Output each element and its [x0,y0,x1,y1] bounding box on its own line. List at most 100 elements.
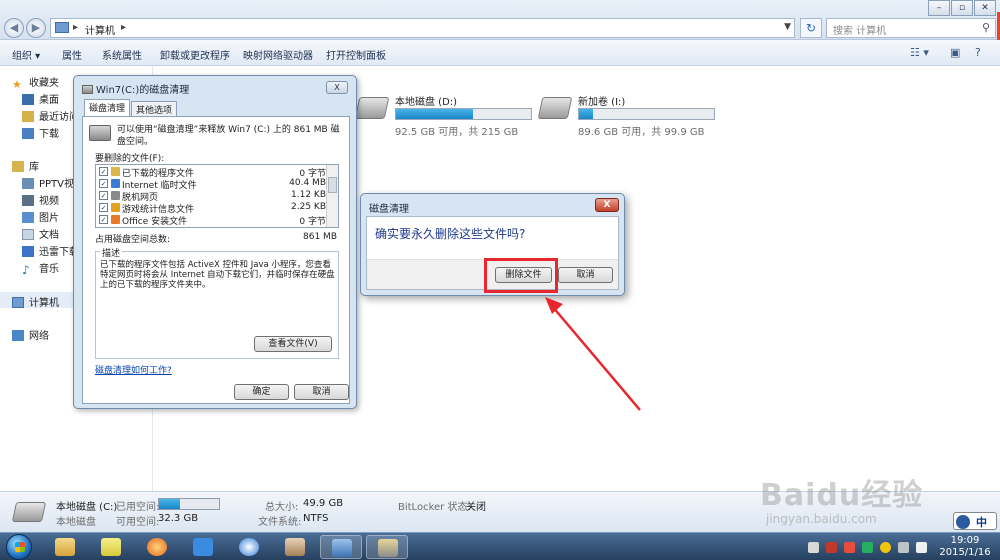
ok-button[interactable]: 确定 [234,384,289,400]
cancel-button[interactable]: 取消 [294,384,349,400]
sidebar-item-recent[interactable]: 最近访问 [22,108,79,123]
list-item[interactable]: ✓ 已下载的程序文件 0 字节 [96,166,326,179]
dialog-title: Win7(C:)的磁盘清理 [82,81,189,96]
refresh-button[interactable]: ↻ [800,18,822,38]
drive-usage-bar [578,108,715,120]
sidebar-item-label: 音乐 [39,264,59,275]
drive-usage-bar [395,108,532,120]
drive-d[interactable]: 本地磁盘 (D:) 92.5 GB 可用，共 215 GB [354,93,537,138]
hard-drive-icon [354,97,390,119]
checkbox[interactable]: ✓ [99,167,108,176]
view-options-icon[interactable]: ☷ ▾ [910,46,929,59]
file-type-icon [111,203,120,212]
browser-icon [147,538,167,556]
file-type-icon [111,191,120,200]
details-drive-type: 本地磁盘 [56,517,96,528]
back-button[interactable]: ◀ [4,18,24,38]
sidebar-libraries[interactable]: 库 [12,158,39,173]
sidebar-favorites[interactable]: ★ 收藏夹 [12,74,59,91]
system-properties-button[interactable]: 系统属性 [102,47,142,62]
list-item[interactable]: ✓ 游戏统计信息文件 2.25 KB [96,202,326,215]
scrollbar[interactable] [326,165,338,227]
tray-guard-icon[interactable] [862,542,873,553]
tray-app-icon[interactable] [826,542,837,553]
forward-button[interactable]: ▶ [26,18,46,38]
taskbar-app-baidu[interactable] [182,535,224,559]
baidu-icon [193,538,213,556]
tab-more-options[interactable]: 其他选项 [131,101,178,116]
sidebar-item-downloads[interactable]: 下载 [22,125,59,140]
checkbox[interactable]: ✓ [99,203,108,212]
drive-i[interactable]: 新加卷 (I:) 89.6 GB 可用，共 99.9 GB [537,93,720,138]
search-placeholder: 搜索 计算机 [833,26,887,37]
qq-icon[interactable] [880,542,891,553]
clock[interactable]: 19:09 2015/1/16 [935,535,995,559]
help-icon[interactable]: ? [975,46,981,59]
cancel-button[interactable]: 取消 [558,267,613,283]
address-bar[interactable]: ▸ 计算机 ▸ ▼ [50,18,795,38]
close-button[interactable]: X [326,81,348,94]
control-panel-button[interactable]: 打开控制面板 [326,47,386,62]
baidu-watermark-url: jingyan.baidu.com [766,512,877,526]
minimize-button[interactable]: – [928,0,950,16]
checkbox[interactable]: ✓ [99,179,108,188]
details-usage-bar [158,498,220,510]
sidebar-item-thunder[interactable]: 迅雷下载 [22,243,79,258]
computer-icon [55,22,69,33]
organize-button[interactable]: 组织 ▾ [12,47,40,62]
checkbox[interactable]: ✓ [99,191,108,200]
scrollbar-thumb[interactable] [328,177,337,193]
computer-icon [12,297,24,308]
list-item[interactable]: ✓ Internet 临时文件 40.4 MB [96,178,326,191]
network-status-icon[interactable] [898,542,909,553]
details-drive-name: 本地磁盘 (C:) [56,502,118,513]
close-button[interactable]: ✕ [974,0,996,16]
help-link[interactable]: 磁盘清理如何工作? [95,363,172,376]
sidebar-item-desktop[interactable]: 桌面 [22,91,59,106]
tab-disk-cleanup[interactable]: 磁盘清理 [84,99,131,116]
taskbar-app-sogou[interactable] [228,535,270,559]
volume-icon[interactable] [916,542,927,553]
taskbar-app-disk-cleanup[interactable] [366,535,408,559]
map-drive-button[interactable]: 映射网络驱动器 [243,47,313,62]
uninstall-button[interactable]: 卸载或更改程序 [160,47,230,62]
description-legend: 描述 [100,246,123,259]
taskbar-app-computer[interactable] [320,535,362,559]
sidebar-item-pictures[interactable]: 图片 [22,209,59,224]
drive-name: 新加卷 (I:) [578,97,626,108]
sidebar-item-videos[interactable]: 视频 [22,192,59,207]
checkbox[interactable]: ✓ [99,215,108,224]
start-button[interactable] [6,534,32,560]
files-list[interactable]: ✓ 已下载的程序文件 0 字节 ✓ Internet 临时文件 40.4 MB ✓ 脱机网… [95,164,339,228]
list-item[interactable]: ✓ Office 安装文件 0 字节 [96,214,326,227]
total-space-label: 占用磁盘空间总数: [95,235,171,245]
highlight-box [484,258,558,293]
tray-expand-icon[interactable] [808,542,819,553]
search-input[interactable]: 搜索 计算机 ⚲ [826,18,996,38]
video-library-icon [22,178,34,189]
maximize-button[interactable]: ▫ [951,0,973,16]
chevron-down-icon[interactable]: ▼ [784,22,791,32]
close-button[interactable]: X [595,198,619,212]
breadcrumb-computer[interactable]: 计算机 [85,22,115,37]
chevron-right-icon[interactable]: ▸ [121,22,126,33]
sidebar-item-music[interactable]: ♪ 音乐 [22,260,59,277]
details-total-label: 总大小: [265,502,299,513]
list-item[interactable]: ✓ 脱机网页 1.12 KB [96,190,326,203]
ime-indicator[interactable]: 中 [953,512,997,530]
disk-cleanup-icon [82,85,93,94]
preview-pane-icon[interactable]: ▣ [950,46,960,59]
sidebar-item-network[interactable]: 网络 [12,327,49,342]
clock-date: 2015/1/16 [939,547,991,558]
baidu-watermark: Baidu经验 [760,478,924,513]
taskbar-app-explorer[interactable] [44,535,86,559]
properties-button[interactable]: 属性 [62,47,82,62]
star-icon: ★ [12,78,22,91]
taskbar-app-browser[interactable] [136,535,178,559]
security-shield-icon[interactable] [844,542,855,553]
taskbar-app-notes[interactable] [90,535,132,559]
file-type-icon [111,215,120,224]
sidebar-item-documents[interactable]: 文档 [22,226,59,241]
view-files-button[interactable]: 查看文件(V) [254,336,332,352]
taskbar-app-handshake[interactable] [274,535,316,559]
